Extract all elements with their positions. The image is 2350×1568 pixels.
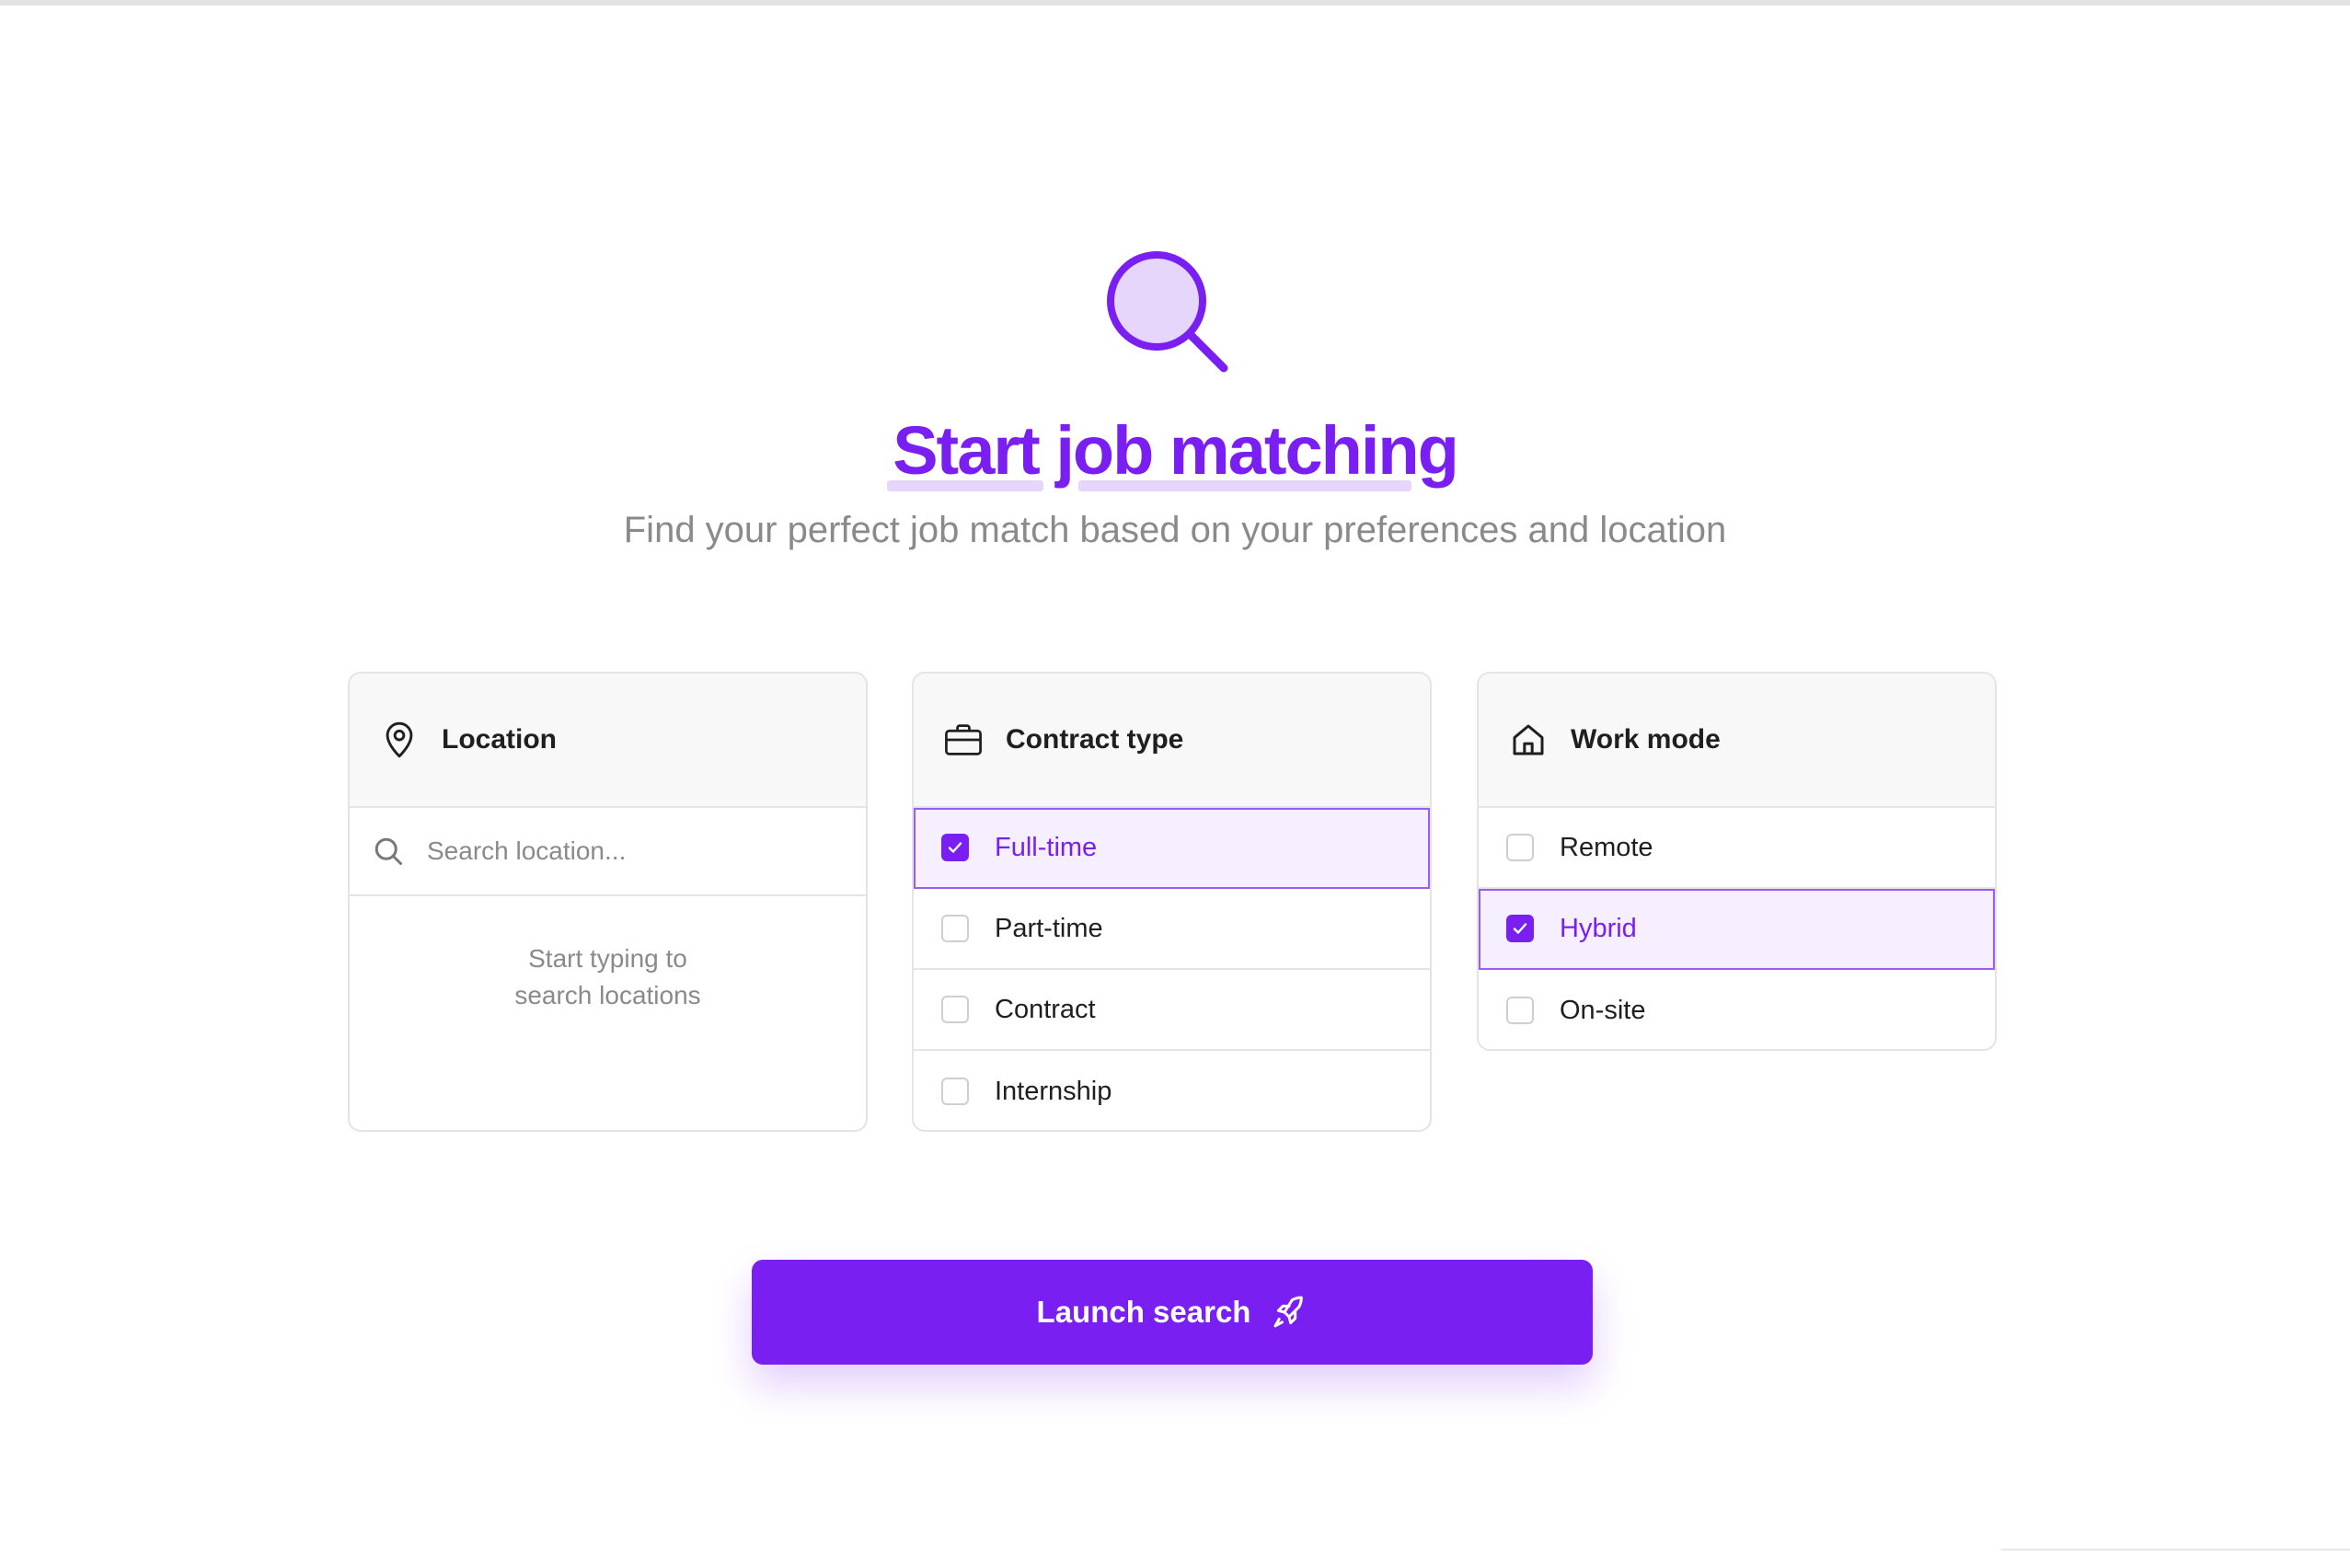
launch-search-button[interactable]: Launch search bbox=[752, 1260, 1593, 1365]
contract-option-full-time[interactable]: Full-time bbox=[914, 808, 1430, 889]
empty-hint-line-1: Start typing to bbox=[528, 944, 687, 973]
rocket-icon bbox=[1273, 1296, 1304, 1328]
contract-type-card: Contract type Full-time Part-time Contra… bbox=[912, 672, 1432, 1132]
option-label: Remote bbox=[1560, 832, 1653, 862]
location-search-row bbox=[350, 808, 866, 896]
work-mode-card-header: Work mode bbox=[1479, 674, 1995, 808]
work-mode-option-remote[interactable]: Remote bbox=[1479, 808, 1995, 889]
work-mode-option-hybrid[interactable]: Hybrid bbox=[1479, 889, 1995, 970]
location-card: Location Start typing to search location… bbox=[348, 672, 868, 1132]
checkbox-checked[interactable] bbox=[1506, 915, 1534, 942]
contract-option-part-time[interactable]: Part-time bbox=[914, 889, 1430, 970]
page-title: Start job matching bbox=[893, 412, 1459, 489]
empty-hint-line-2: search locations bbox=[514, 981, 701, 1009]
checkbox[interactable] bbox=[941, 1078, 969, 1105]
page-subtitle: Find your perfect job match based on you… bbox=[623, 510, 1727, 550]
location-search-input[interactable] bbox=[425, 836, 834, 867]
checkbox[interactable] bbox=[1506, 997, 1534, 1024]
home-icon bbox=[1508, 720, 1549, 760]
option-label: Internship bbox=[995, 1076, 1112, 1106]
option-label: Part-time bbox=[995, 913, 1103, 943]
contract-option-contract[interactable]: Contract bbox=[914, 970, 1430, 1051]
check-icon bbox=[948, 842, 962, 853]
contract-type-card-header: Contract type bbox=[914, 674, 1430, 808]
option-label: Hybrid bbox=[1560, 913, 1637, 943]
work-mode-card: Work mode Remote Hybrid On-site bbox=[1477, 672, 1997, 1051]
briefcase-icon bbox=[943, 720, 984, 760]
location-card-title: Location bbox=[442, 724, 557, 755]
checkbox[interactable] bbox=[941, 915, 969, 942]
work-mode-card-title: Work mode bbox=[1571, 724, 1721, 755]
location-empty-hint: Start typing to search locations bbox=[350, 896, 866, 1130]
contract-type-card-title: Contract type bbox=[1006, 724, 1184, 755]
checkbox[interactable] bbox=[1506, 834, 1534, 861]
option-label: Contract bbox=[995, 994, 1096, 1024]
bottom-divider bbox=[2001, 1549, 2350, 1551]
search-icon bbox=[374, 837, 402, 865]
check-icon bbox=[1513, 923, 1527, 934]
job-matching-page: Start job matching Find your perfect job… bbox=[0, 0, 2350, 1568]
work-mode-option-on-site[interactable]: On-site bbox=[1479, 970, 1995, 1049]
checkbox-checked[interactable] bbox=[941, 834, 969, 861]
contract-option-internship[interactable]: Internship bbox=[914, 1051, 1430, 1130]
option-label: On-site bbox=[1560, 995, 1646, 1025]
option-label: Full-time bbox=[995, 832, 1098, 862]
location-card-header: Location bbox=[350, 674, 866, 808]
launch-search-label: Launch search bbox=[1036, 1295, 1251, 1329]
checkbox[interactable] bbox=[941, 996, 969, 1023]
map-pin-icon bbox=[379, 720, 420, 760]
search-icon bbox=[1107, 251, 1228, 373]
